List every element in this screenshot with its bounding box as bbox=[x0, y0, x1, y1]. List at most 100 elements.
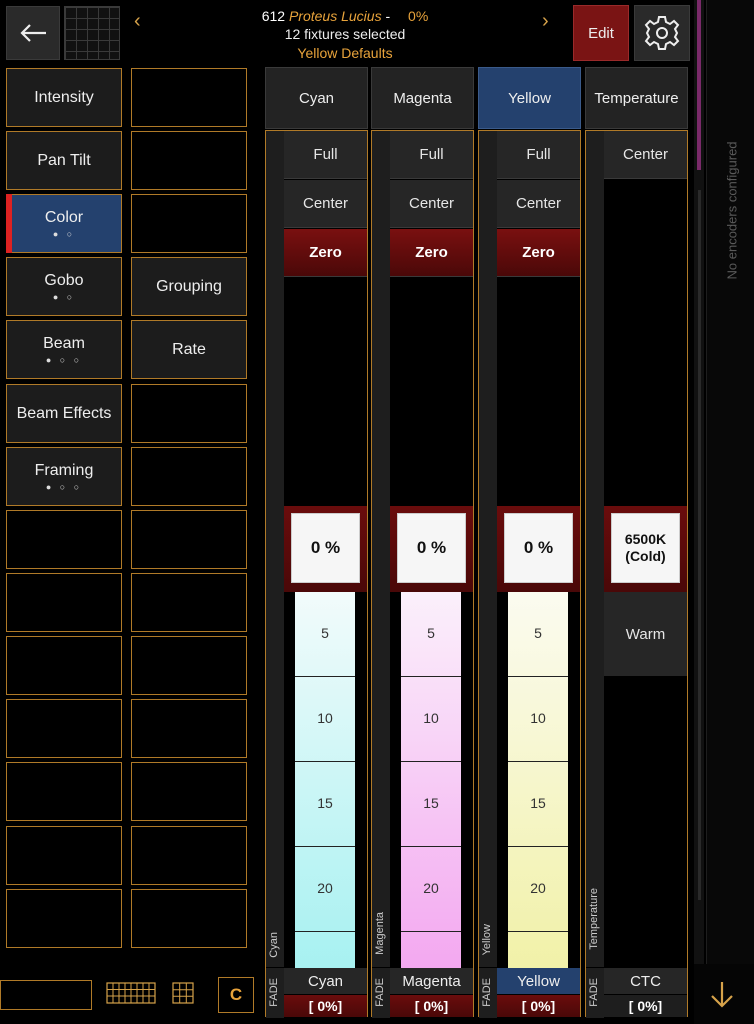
zero-button[interactable]: Zero bbox=[390, 229, 473, 277]
full-button[interactable]: Full bbox=[284, 131, 367, 179]
empty-slot[interactable] bbox=[6, 573, 122, 632]
center-button[interactable]: Center bbox=[604, 131, 687, 179]
empty-slot[interactable] bbox=[6, 762, 122, 821]
fade-strip bbox=[266, 131, 284, 967]
value-readout[interactable]: 0 % bbox=[504, 513, 573, 583]
tick-label: 15 bbox=[530, 795, 546, 811]
tick-line bbox=[508, 931, 568, 932]
category-color[interactable]: Color ● ○ bbox=[6, 194, 122, 253]
scrollbar-thumb[interactable] bbox=[698, 190, 701, 900]
fader-scale[interactable]: 5 10 15 20 bbox=[508, 592, 568, 968]
empty-slot[interactable] bbox=[6, 510, 122, 569]
tick-line bbox=[508, 761, 568, 762]
fade-strip bbox=[586, 131, 604, 967]
footer-value: [ 0%] bbox=[604, 995, 687, 1017]
empty-slot[interactable] bbox=[131, 384, 247, 443]
empty-slot[interactable] bbox=[131, 447, 247, 506]
fade-label: FADE bbox=[588, 978, 600, 1007]
value-readout[interactable]: 6500K (Cold) bbox=[611, 513, 680, 583]
empty-slot[interactable] bbox=[131, 573, 247, 632]
value-readout[interactable]: 0 % bbox=[397, 513, 466, 583]
keypad-icon[interactable] bbox=[172, 982, 194, 1004]
column-header-magenta[interactable]: Magenta bbox=[371, 67, 474, 129]
empty-slot[interactable] bbox=[131, 194, 247, 253]
center-button[interactable]: Center bbox=[284, 180, 367, 228]
back-button[interactable] bbox=[6, 6, 60, 60]
vertical-label: Temperature bbox=[588, 888, 600, 950]
category-label: Color bbox=[44, 208, 84, 226]
fader-scale[interactable]: 5 10 15 20 bbox=[401, 592, 461, 968]
fade-label: FADE bbox=[268, 978, 280, 1007]
empty-slot[interactable] bbox=[6, 636, 122, 695]
tick-label: 5 bbox=[427, 625, 435, 641]
category-beam[interactable]: Beam ● ○ ○ bbox=[6, 320, 122, 379]
tick-line bbox=[295, 931, 355, 932]
empty-slot[interactable] bbox=[6, 889, 122, 948]
tick-label: 20 bbox=[423, 880, 439, 896]
category-grouping[interactable]: Grouping bbox=[131, 257, 247, 316]
center-button[interactable]: Center bbox=[497, 180, 580, 228]
tick-label: 15 bbox=[317, 795, 333, 811]
tick-label: 20 bbox=[317, 880, 333, 896]
zero-button[interactable]: Zero bbox=[497, 229, 580, 277]
footer-name[interactable]: Cyan bbox=[284, 968, 367, 994]
empty-slot[interactable] bbox=[131, 889, 247, 948]
warm-button[interactable]: Warm bbox=[604, 592, 687, 676]
fade-footer[interactable]: FADE bbox=[266, 968, 284, 1018]
empty-slot[interactable] bbox=[131, 826, 247, 885]
page-dots: ● ○ bbox=[52, 291, 76, 302]
column-header-temperature[interactable]: Temperature bbox=[585, 67, 688, 129]
footer-name[interactable]: Magenta bbox=[390, 968, 473, 994]
selection-text: 12 fixtures selected bbox=[284, 26, 406, 42]
fade-footer[interactable]: FADE bbox=[586, 968, 604, 1018]
empty-slot[interactable] bbox=[131, 636, 247, 695]
grid-preview-icon[interactable] bbox=[64, 6, 120, 60]
edit-button[interactable]: Edit bbox=[573, 5, 629, 61]
tick-label: 5 bbox=[534, 625, 542, 641]
keyboard-icon[interactable] bbox=[106, 982, 156, 1004]
column-header-cyan[interactable]: Cyan bbox=[265, 67, 368, 129]
page-dots: ● ○ bbox=[52, 228, 76, 239]
category-rate[interactable]: Rate bbox=[131, 320, 247, 379]
scroll-indicator bbox=[697, 0, 701, 170]
center-button[interactable]: Center bbox=[390, 180, 473, 228]
full-button[interactable]: Full bbox=[390, 131, 473, 179]
empty-slot[interactable] bbox=[131, 699, 247, 758]
empty-slot[interactable] bbox=[6, 826, 122, 885]
fade-footer[interactable]: FADE bbox=[372, 968, 390, 1018]
zero-button[interactable]: Zero bbox=[284, 229, 367, 277]
footer-name[interactable]: Yellow bbox=[497, 968, 580, 994]
prev-arrow-icon[interactable]: ‹ bbox=[134, 10, 141, 33]
tick-line bbox=[508, 846, 568, 847]
clear-button[interactable]: C bbox=[218, 977, 254, 1013]
command-line-input[interactable] bbox=[0, 980, 92, 1010]
fade-footer[interactable]: FADE bbox=[479, 968, 497, 1018]
down-arrow-icon[interactable] bbox=[708, 980, 736, 1017]
category-pan-tilt[interactable]: Pan Tilt bbox=[6, 131, 122, 190]
column-header-yellow[interactable]: Yellow bbox=[478, 67, 581, 129]
next-arrow-icon[interactable]: › bbox=[542, 10, 549, 33]
empty-slot[interactable] bbox=[131, 68, 247, 127]
fixture-percent: 0% bbox=[408, 8, 429, 24]
fader-scale[interactable]: 5 10 15 20 bbox=[295, 592, 355, 968]
empty-slot[interactable] bbox=[6, 699, 122, 758]
tick-label: 20 bbox=[530, 880, 546, 896]
category-label: Beam bbox=[43, 334, 85, 352]
footer-name[interactable]: CTC bbox=[604, 968, 687, 994]
page-dots: ● ○ ○ bbox=[45, 481, 83, 492]
category-intensity[interactable]: Intensity bbox=[6, 68, 122, 127]
category-gobo[interactable]: Gobo ● ○ bbox=[6, 257, 122, 316]
settings-button[interactable] bbox=[634, 5, 690, 61]
empty-slot[interactable] bbox=[131, 762, 247, 821]
tick-label: 10 bbox=[423, 710, 439, 726]
full-button[interactable]: Full bbox=[497, 131, 580, 179]
tick-line bbox=[295, 761, 355, 762]
empty-slot[interactable] bbox=[131, 510, 247, 569]
tick-line bbox=[295, 676, 355, 677]
category-beam-effects[interactable]: Beam Effects bbox=[6, 384, 122, 443]
value-readout[interactable]: 0 % bbox=[291, 513, 360, 583]
tick-label: 10 bbox=[530, 710, 546, 726]
category-framing[interactable]: Framing ● ○ ○ bbox=[6, 447, 122, 506]
vertical-label: Cyan bbox=[268, 932, 280, 958]
empty-slot[interactable] bbox=[131, 131, 247, 190]
